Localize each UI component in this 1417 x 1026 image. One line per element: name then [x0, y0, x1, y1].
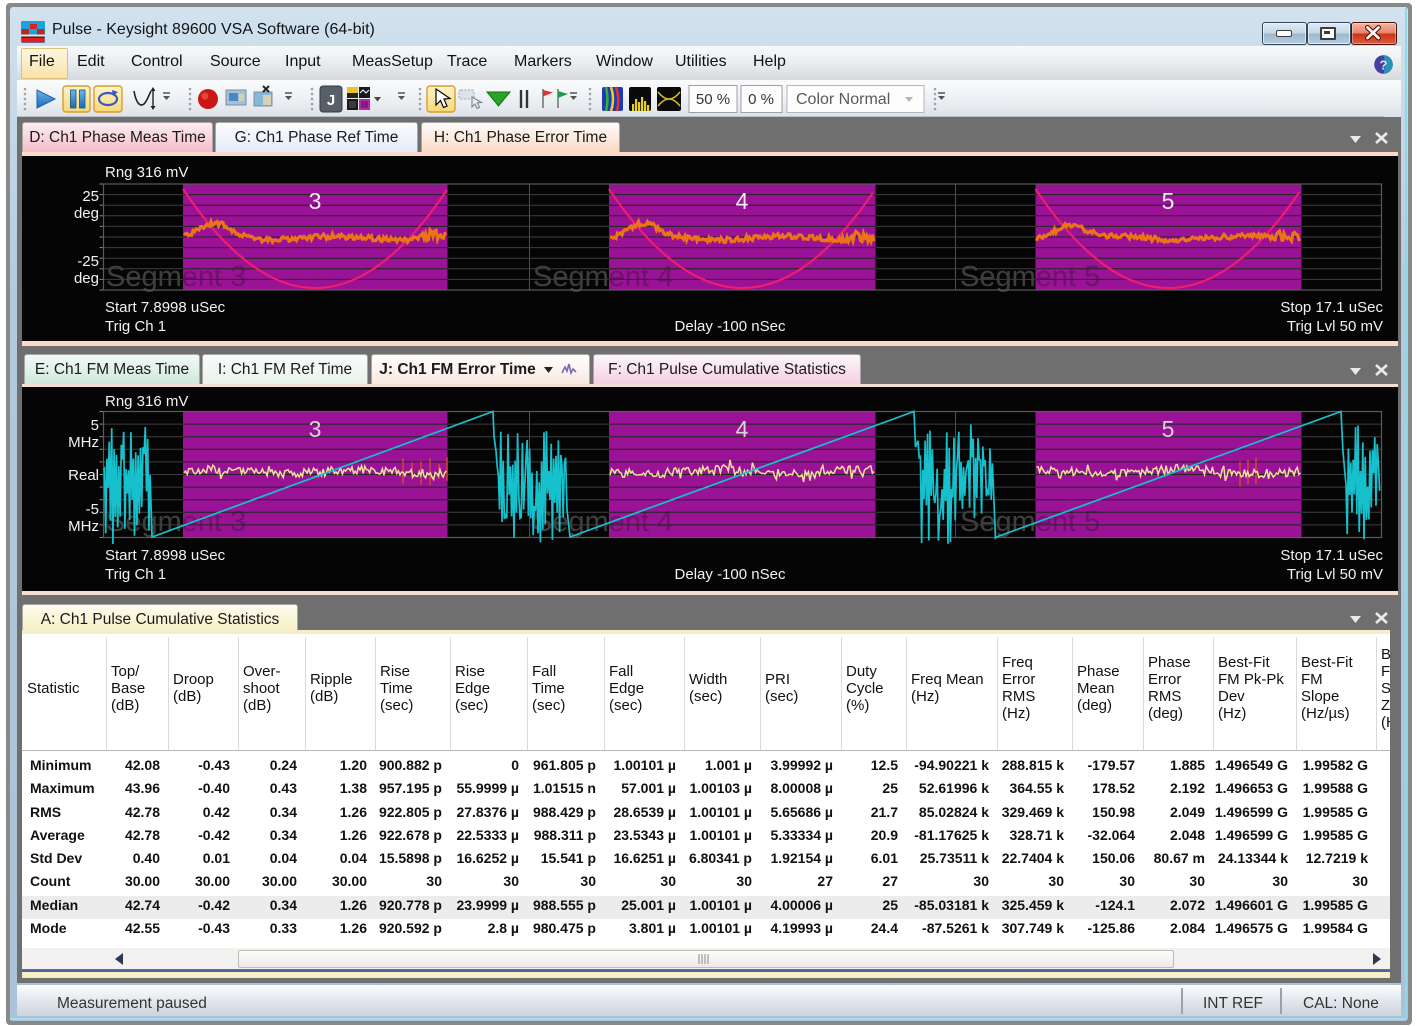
svg-text:Stop 17.1 uSec: Stop 17.1 uSec	[1280, 547, 1383, 564]
svg-text:5: 5	[1162, 188, 1175, 214]
svg-text:deg: deg	[74, 270, 99, 287]
svg-text:Trig Ch 1: Trig Ch 1	[105, 566, 166, 583]
svg-text:J: J	[327, 92, 335, 109]
svg-text:0 %: 0 %	[748, 91, 774, 108]
svg-text:Segment 4: Segment 4	[533, 261, 673, 293]
svg-text:Trig Lvl 50 mV: Trig Lvl 50 mV	[1287, 318, 1383, 335]
svg-text:Trig Lvl 50 mV: Trig Lvl 50 mV	[1287, 566, 1383, 583]
svg-text:Delay -100 nSec: Delay -100 nSec	[675, 566, 786, 583]
svg-text:3: 3	[309, 188, 322, 214]
svg-text:Color Normal: Color Normal	[796, 91, 890, 108]
svg-text:Trig Ch 1: Trig Ch 1	[105, 318, 166, 335]
svg-text:MHz: MHz	[68, 434, 99, 451]
svg-text:?: ?	[1380, 58, 1388, 73]
svg-text:Segment 5: Segment 5	[960, 261, 1100, 293]
svg-text:Rng 316 mV: Rng 316 mV	[105, 393, 188, 410]
svg-text:Segment 4: Segment 4	[533, 506, 673, 538]
svg-text:Segment 3: Segment 3	[106, 261, 246, 293]
svg-text:Stop 17.1 uSec: Stop 17.1 uSec	[1280, 299, 1383, 316]
svg-text:Start 7.8998 uSec: Start 7.8998 uSec	[105, 299, 226, 316]
svg-text:25: 25	[82, 188, 99, 205]
svg-text:-25: -25	[77, 253, 99, 270]
svg-text:Real: Real	[68, 467, 99, 484]
svg-text:5: 5	[1162, 416, 1175, 442]
svg-text:Delay -100 nSec: Delay -100 nSec	[675, 318, 786, 335]
svg-text:MHz: MHz	[68, 518, 99, 535]
svg-text:50 %: 50 %	[696, 91, 730, 108]
svg-text:Rng 316 mV: Rng 316 mV	[105, 164, 188, 181]
svg-text:deg: deg	[74, 205, 99, 222]
svg-text:4: 4	[736, 416, 749, 442]
svg-text:Start 7.8998 uSec: Start 7.8998 uSec	[105, 547, 226, 564]
svg-text:-5: -5	[86, 501, 99, 518]
svg-text:5: 5	[91, 417, 99, 434]
svg-text:3: 3	[309, 416, 322, 442]
svg-text:4: 4	[736, 188, 749, 214]
